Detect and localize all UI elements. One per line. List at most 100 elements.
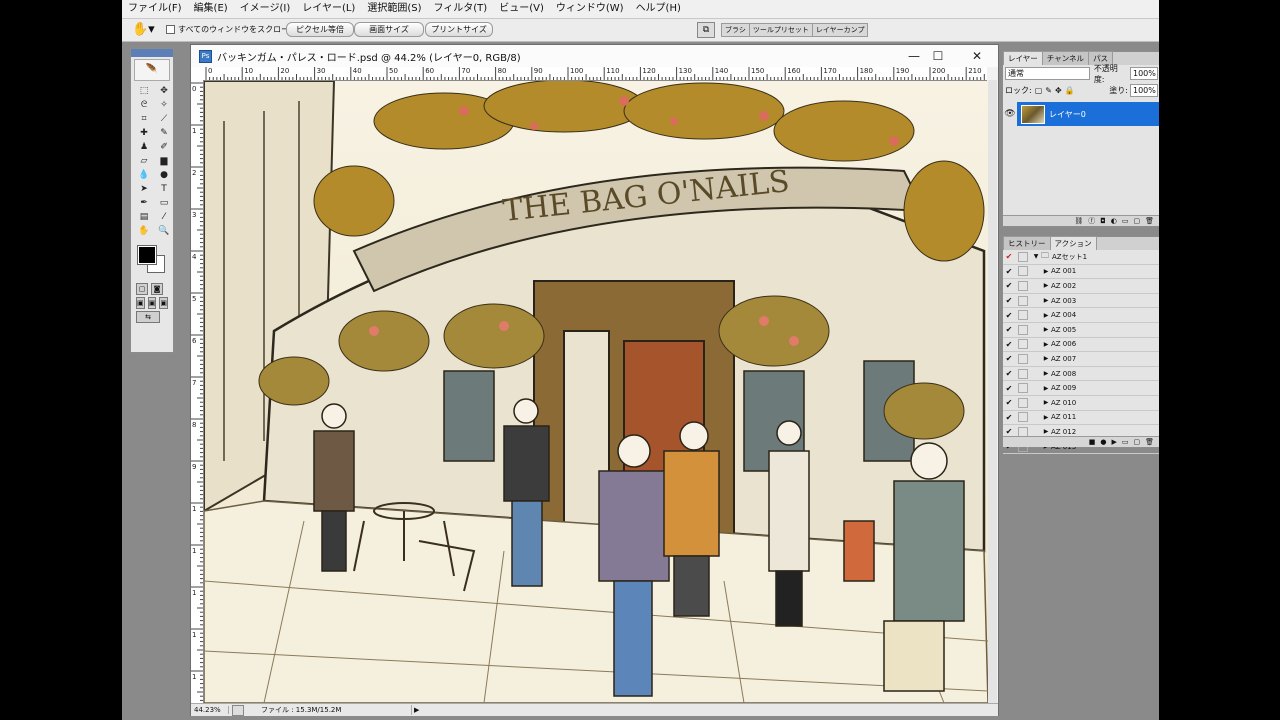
- expand-icon[interactable]: ▶: [1041, 326, 1051, 333]
- dodge-tool-icon[interactable]: ●: [156, 169, 172, 182]
- actual-pixels-button[interactable]: ピクセル等倍: [286, 22, 354, 37]
- dialog-toggle[interactable]: [1018, 266, 1028, 277]
- history-brush-icon[interactable]: ✐: [156, 141, 172, 154]
- dialog-toggle[interactable]: [1018, 368, 1028, 379]
- zoom-level[interactable]: 44.23%: [191, 706, 229, 714]
- expand-icon[interactable]: ▼: [1031, 253, 1041, 260]
- tab-channels[interactable]: チャンネル: [1041, 51, 1090, 65]
- action-row[interactable]: ✔ ▶ AZ 001: [1003, 265, 1159, 280]
- menu-help[interactable]: ヘルプ(H): [630, 0, 687, 18]
- quick-mask-icon[interactable]: ◙: [151, 283, 163, 295]
- tab-layers[interactable]: レイヤー: [1003, 51, 1043, 65]
- group-icon[interactable]: ▭: [1122, 216, 1129, 226]
- expand-icon[interactable]: ▶: [1041, 399, 1051, 406]
- layer-row[interactable]: 👁 レイヤー0: [1003, 102, 1159, 126]
- expand-icon[interactable]: ▶: [1041, 268, 1051, 275]
- action-row[interactable]: ✔ ▶ AZ 004: [1003, 308, 1159, 323]
- trash-icon[interactable]: 🗑: [1145, 216, 1154, 226]
- status-arrow-icon[interactable]: ▶: [414, 706, 419, 714]
- record-icon[interactable]: ●: [1100, 437, 1106, 447]
- vertical-scrollbar[interactable]: [988, 80, 997, 703]
- eye-icon[interactable]: 👁: [1003, 102, 1017, 126]
- lasso-tool-icon[interactable]: ᘓ: [136, 99, 152, 112]
- expand-icon[interactable]: ▶: [1041, 370, 1051, 377]
- expand-icon[interactable]: ▶: [1041, 312, 1051, 319]
- check-icon[interactable]: ✔: [1003, 267, 1015, 276]
- maximize-button[interactable]: ☐: [928, 48, 948, 64]
- action-row[interactable]: ✔ ▶ AZ 011: [1003, 411, 1159, 426]
- tab-brushes[interactable]: ブラシ: [721, 23, 750, 37]
- tab-tool-presets[interactable]: ツールプリセット: [748, 23, 813, 37]
- opacity-field[interactable]: 100%: [1130, 67, 1158, 80]
- dialog-toggle[interactable]: [1018, 383, 1028, 394]
- layer-name[interactable]: レイヤー0: [1049, 109, 1086, 120]
- action-row[interactable]: ✔ ▶ AZ 006: [1003, 338, 1159, 353]
- blend-mode-select[interactable]: 通常: [1005, 67, 1090, 80]
- menu-image[interactable]: イメージ(I): [234, 0, 297, 18]
- link-icon[interactable]: ⛓: [1074, 216, 1083, 226]
- new-action-icon[interactable]: ▢: [1133, 437, 1140, 447]
- slice-tool-icon[interactable]: ⟋: [156, 113, 172, 126]
- action-row[interactable]: ✔ ▶ AZ 007: [1003, 352, 1159, 367]
- close-button[interactable]: ✕: [967, 48, 987, 64]
- check-icon[interactable]: ✔: [1003, 398, 1015, 407]
- toolbox-header[interactable]: [131, 49, 173, 57]
- move-tool-icon[interactable]: ✥: [156, 85, 172, 98]
- fit-screen-button[interactable]: 画面サイズ: [354, 22, 424, 37]
- dialog-toggle[interactable]: [1018, 412, 1028, 423]
- adjustment-icon[interactable]: ◐: [1111, 216, 1117, 226]
- mask-icon[interactable]: ◘: [1100, 216, 1106, 226]
- healing-brush-icon[interactable]: ✚: [136, 127, 152, 140]
- dialog-toggle[interactable]: [1018, 251, 1028, 262]
- marquee-tool-icon[interactable]: ⬚: [136, 85, 152, 98]
- menu-filter[interactable]: フィルタ(T): [427, 0, 493, 18]
- expand-icon[interactable]: ▶: [1041, 385, 1051, 392]
- screen-mode-3-icon[interactable]: ▣: [159, 297, 169, 309]
- hand-tool-icon[interactable]: ✋: [136, 225, 152, 238]
- dialog-toggle[interactable]: [1018, 324, 1028, 335]
- screen-mode-2-icon[interactable]: ▣: [147, 297, 157, 309]
- minimize-button[interactable]: —: [904, 48, 924, 64]
- play-icon[interactable]: ▶: [1111, 437, 1116, 447]
- dialog-toggle[interactable]: [1018, 353, 1028, 364]
- stop-icon[interactable]: ■: [1089, 437, 1096, 447]
- foreground-color[interactable]: [137, 245, 157, 265]
- expand-icon[interactable]: ▶: [1041, 341, 1051, 348]
- magic-wand-icon[interactable]: ✧: [156, 99, 172, 112]
- menu-layer[interactable]: レイヤー(L): [296, 0, 361, 18]
- tab-layer-comps[interactable]: レイヤーカンプ: [811, 23, 869, 37]
- action-row[interactable]: ✔ ▶ AZ 003: [1003, 294, 1159, 309]
- layer-style-icon[interactable]: ⓕ: [1088, 216, 1095, 226]
- new-layer-icon[interactable]: ▢: [1133, 216, 1140, 226]
- check-icon[interactable]: ✔: [1003, 325, 1015, 334]
- expand-icon[interactable]: ▶: [1041, 355, 1051, 362]
- eyedropper-icon[interactable]: ⁄: [156, 211, 172, 224]
- document-title-bar[interactable]: Ps バッキンガム・パレス・ロード.psd @ 44.2% (レイヤー0, RG…: [191, 45, 998, 67]
- imageready-icon[interactable]: ⇆: [136, 311, 160, 323]
- action-row[interactable]: ✔ ▶ AZ 005: [1003, 323, 1159, 338]
- screen-mode-1-icon[interactable]: ▣: [136, 297, 145, 309]
- color-swatches[interactable]: [136, 244, 168, 278]
- check-icon[interactable]: ✔: [1003, 354, 1015, 363]
- action-row[interactable]: ✔ ▶ AZ 009: [1003, 381, 1159, 396]
- check-icon[interactable]: ✔: [1003, 311, 1015, 320]
- check-icon[interactable]: ✔: [1003, 369, 1015, 378]
- action-set-row[interactable]: ✔ ▼ 🗀 AZセット1: [1003, 250, 1159, 265]
- standard-mode-icon[interactable]: ▢: [136, 283, 148, 295]
- brush-tool-icon[interactable]: ✎: [156, 127, 172, 140]
- check-icon[interactable]: ✔: [1003, 413, 1015, 422]
- path-select-icon[interactable]: ➤: [136, 183, 152, 196]
- check-icon[interactable]: ✔: [1003, 340, 1015, 349]
- feather-logo-icon[interactable]: 🪶: [134, 59, 170, 81]
- menu-file[interactable]: ファイル(F): [122, 0, 188, 18]
- status-menu-icon[interactable]: [232, 704, 244, 716]
- menu-view[interactable]: ビュー(V): [493, 0, 550, 18]
- tab-actions[interactable]: アクション: [1049, 236, 1097, 250]
- tab-history[interactable]: ヒストリー: [1003, 236, 1051, 250]
- check-icon[interactable]: ✔: [1003, 384, 1015, 393]
- expand-icon[interactable]: ▶: [1041, 428, 1051, 435]
- scroll-all-windows-checkbox[interactable]: すべてのウィンドウをスクロール: [166, 24, 297, 35]
- action-row[interactable]: ✔ ▶ AZ 002: [1003, 279, 1159, 294]
- horizontal-ruler[interactable]: 0 10 20 30 40 50 60 70 80 90 100 110 120 130 140 150 160…: [203, 67, 987, 81]
- menu-edit[interactable]: 編集(E): [188, 0, 234, 18]
